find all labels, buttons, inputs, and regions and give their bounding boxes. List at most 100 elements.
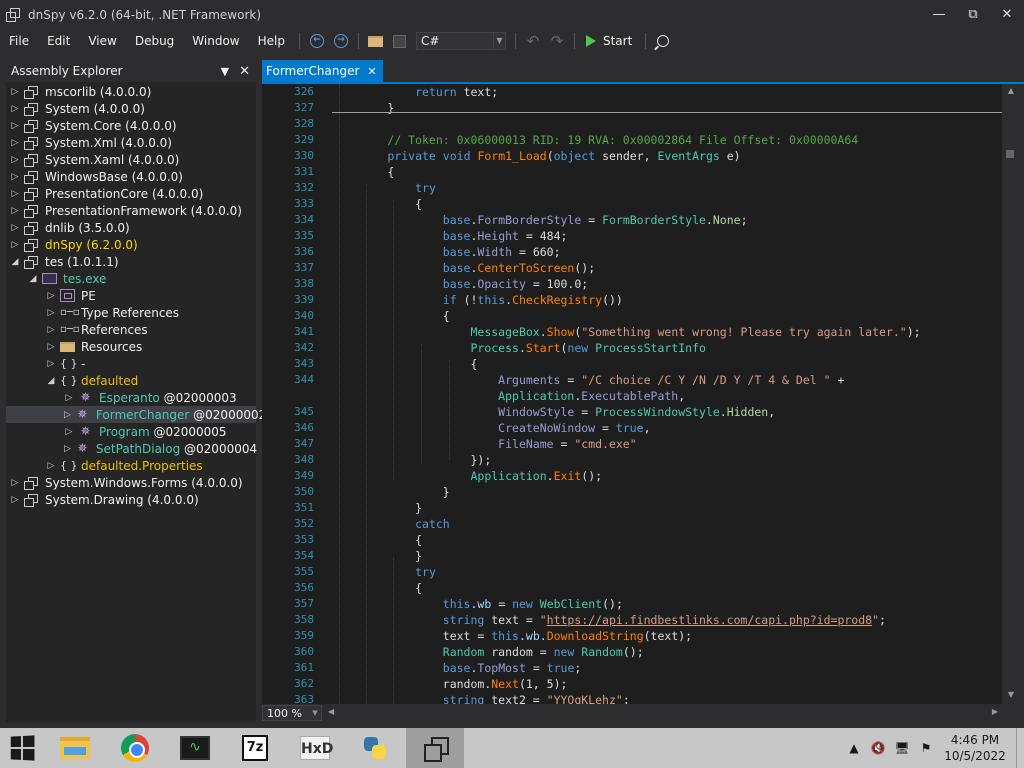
code-line[interactable]: {	[332, 581, 422, 595]
expand-arrow-icon[interactable]: ▷	[64, 410, 71, 420]
tab-close-icon[interactable]: ✕	[367, 65, 376, 78]
code-line[interactable]: {	[332, 533, 422, 547]
code-line[interactable]: catch	[332, 517, 450, 531]
collapse-arrow-icon[interactable]: ◢	[28, 274, 38, 284]
code-line[interactable]: });	[332, 453, 491, 467]
scroll-left-icon[interactable]: ◀	[328, 707, 334, 716]
code-line[interactable]: MessageBox.Show("Something went wrong! P…	[332, 325, 920, 339]
expand-arrow-icon[interactable]: ▷	[46, 359, 56, 369]
tree-node[interactable]: ▷ Resources	[6, 338, 256, 355]
expand-arrow-icon[interactable]: ▷	[64, 427, 74, 437]
tree-node[interactable]: ▷ ✵ SetPathDialog @02000004	[6, 440, 257, 457]
code-line[interactable]: }	[332, 549, 422, 563]
expand-arrow-icon[interactable]: ▷	[46, 291, 56, 301]
process-monitor-task[interactable]: ∿	[166, 728, 224, 768]
menu-view[interactable]: View	[79, 29, 125, 53]
editor-vertical-scrollbar[interactable]: ▲ ▼	[1002, 84, 1024, 704]
expand-arrow-icon[interactable]: ▷	[10, 172, 20, 182]
search-button[interactable]	[652, 30, 674, 52]
tree-node[interactable]: ▷ System.Drawing (4.0.0.0)	[6, 491, 256, 508]
close-button[interactable]: ✕	[990, 0, 1024, 29]
tree-node[interactable]: ▷ System.Core (4.0.0.0)	[6, 117, 256, 134]
code-line[interactable]: private void Form1_Load(object sender, E…	[332, 149, 740, 163]
start-debug-button[interactable]: Start	[580, 34, 640, 48]
expand-arrow-icon[interactable]: ▷	[10, 104, 20, 114]
code-line[interactable]: }	[332, 485, 450, 499]
zoom-select[interactable]: 100 % ▼	[262, 705, 322, 721]
tree-node[interactable]: ▷ System.Xaml (4.0.0.0)	[6, 151, 256, 168]
collapse-arrow-icon[interactable]: ◢	[46, 376, 56, 386]
expand-arrow-icon[interactable]: ▷	[10, 223, 20, 233]
tree-node[interactable]: ▷ dnSpy (6.2.0.0)	[6, 236, 256, 253]
tree-node[interactable]: ▷ { } -	[6, 355, 256, 372]
expand-arrow-icon[interactable]: ▷	[10, 189, 20, 199]
expand-arrow-icon[interactable]: ▷	[46, 461, 56, 471]
code-line[interactable]: {	[332, 309, 450, 323]
expand-arrow-icon[interactable]: ▷	[10, 495, 20, 505]
tree-node[interactable]: ▷ ▫─▫ Type References	[6, 304, 256, 321]
code-editor[interactable]: 326 return text; 327 } 328 329 // Token: 0x…	[262, 84, 1002, 704]
tree-node[interactable]: ▷ PE	[6, 287, 256, 304]
code-line[interactable]: FileName = "cmd.exe"	[332, 437, 636, 451]
code-line[interactable]: {	[332, 165, 394, 179]
tree-node[interactable]: ▷ System.Windows.Forms (4.0.0.0)	[6, 474, 256, 491]
code-line[interactable]: Application.Exit();	[332, 469, 602, 483]
expand-arrow-icon[interactable]: ▷	[10, 240, 20, 250]
code-line[interactable]: CreateNoWindow = true,	[332, 421, 650, 435]
editor-horizontal-scrollbar[interactable]: ◀ ▶	[328, 707, 998, 719]
python-task[interactable]	[346, 728, 404, 768]
clock[interactable]: 4:46 PM 10/5/2022	[938, 732, 1012, 764]
navigate-back-button[interactable]: ←	[306, 30, 328, 52]
language-select[interactable]: C# ▼	[415, 32, 506, 50]
code-line[interactable]: base.Opacity = 100.0;	[332, 277, 588, 291]
code-line[interactable]: base.TopMost = true;	[332, 661, 582, 675]
tree-node[interactable]: ▷ WindowsBase (4.0.0.0)	[6, 168, 256, 185]
expand-arrow-icon[interactable]: ▷	[10, 87, 20, 97]
expand-arrow-icon[interactable]: ▷	[46, 325, 56, 335]
code-line[interactable]: base.CenterToScreen();	[332, 261, 595, 275]
tree-node[interactable]: ▷ System.Xml (4.0.0.0)	[6, 134, 256, 151]
tab-formerchanger[interactable]: FormerChanger ✕	[262, 60, 383, 82]
menu-debug[interactable]: Debug	[126, 29, 183, 53]
show-desktop-button[interactable]	[1016, 728, 1024, 768]
tree-node[interactable]: ▷ dnlib (3.5.0.0)	[6, 219, 256, 236]
expand-arrow-icon[interactable]: ▷	[10, 155, 20, 165]
expand-arrow-icon[interactable]: ▷	[10, 138, 20, 148]
code-line[interactable]: Arguments = "/C choice /C Y /N /D Y /T 4…	[332, 373, 844, 387]
7zip-task[interactable]: 7z	[226, 728, 284, 768]
tree-node[interactable]: ▷ PresentationFramework (4.0.0.0)	[6, 202, 256, 219]
save-button[interactable]	[389, 30, 411, 52]
expand-arrow-icon[interactable]: ▷	[64, 444, 71, 454]
tree-node[interactable]: ▷ PresentationCore (4.0.0.0)	[6, 185, 256, 202]
collapse-arrow-icon[interactable]: ◢	[10, 257, 20, 267]
undo-button[interactable]: ↶	[522, 30, 544, 52]
navigate-forward-button[interactable]: →	[330, 30, 352, 52]
tree-node[interactable]: ▷ mscorlib (4.0.0.0)	[6, 83, 256, 100]
expand-arrow-icon[interactable]: ▷	[10, 121, 20, 131]
tree-node[interactable]: ▷ System (4.0.0.0)	[6, 100, 256, 117]
menu-window[interactable]: Window	[183, 29, 248, 53]
code-line[interactable]: Random random = new Random();	[332, 645, 644, 659]
expand-arrow-icon[interactable]: ▷	[46, 342, 56, 352]
code-line[interactable]: {	[332, 357, 477, 371]
tray-expand-icon[interactable]: ▲	[842, 728, 866, 768]
tree-node[interactable]: ◢ tes.exe	[6, 270, 256, 287]
open-button[interactable]	[365, 30, 387, 52]
expand-arrow-icon[interactable]: ▷	[10, 478, 20, 488]
code-line[interactable]: WindowStyle = ProcessWindowStyle.Hidden,	[332, 405, 775, 419]
code-line[interactable]: this.wb = new WebClient();	[332, 597, 623, 611]
network-icon[interactable]: 🖥	[890, 728, 914, 768]
hxd-task[interactable]: HxD	[286, 728, 344, 768]
code-line[interactable]: base.Height = 484;	[332, 229, 568, 243]
scroll-right-icon[interactable]: ▶	[992, 707, 998, 716]
code-line[interactable]: text = this.wb.DownloadString(text);	[332, 629, 692, 643]
code-line[interactable]: Process.Start(new ProcessStartInfo	[332, 341, 705, 355]
maximize-button[interactable]: ⧉	[956, 0, 990, 29]
expand-arrow-icon[interactable]: ▷	[64, 393, 74, 403]
chrome-task[interactable]	[106, 728, 164, 768]
code-line[interactable]: string text2 = "YYOqKLehz";	[332, 693, 630, 704]
notification-flag-icon[interactable]: ⚑	[914, 728, 938, 768]
code-line[interactable]: {	[332, 197, 422, 211]
code-line[interactable]: string text = "https://api.findbestlinks…	[332, 613, 886, 627]
windows-start-button[interactable]	[0, 728, 44, 768]
